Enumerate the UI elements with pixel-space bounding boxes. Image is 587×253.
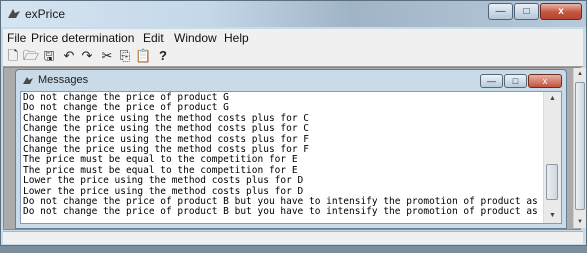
- client-scroll-down-icon[interactable]: ▼: [574, 216, 586, 228]
- toolbar: 🗋 🗁 🖫 ↶ ↷ ✂ ⎘ 📋 ?: [3, 46, 583, 67]
- copy-icon[interactable]: ⎘: [117, 48, 133, 64]
- redo-icon[interactable]: ↷: [79, 48, 95, 64]
- messages-title: Messages: [38, 74, 89, 86]
- messages-scroll-thumb[interactable]: [546, 164, 558, 200]
- paste-icon[interactable]: 📋: [135, 48, 151, 64]
- window-controls: — □ x: [487, 3, 582, 20]
- app-window: exPrice — □ x File Price determination E…: [0, 0, 587, 246]
- scroll-down-arrow-icon[interactable]: ▼: [544, 209, 561, 223]
- messages-title-bar[interactable]: Messages — □ x: [16, 70, 566, 90]
- messages-lines: Do not change the price of product G Do …: [23, 92, 561, 218]
- maximize-button[interactable]: □: [514, 3, 539, 20]
- close-button[interactable]: x: [540, 3, 582, 20]
- message-line: Do not change the price of product B but…: [23, 206, 561, 218]
- app-icon: [8, 9, 20, 18]
- desktop-strip: [0, 246, 587, 253]
- messages-minimize-button[interactable]: —: [480, 74, 503, 88]
- messages-window: Messages — □ x Do not change the price o…: [15, 69, 567, 229]
- messages-list[interactable]: Do not change the price of product G Do …: [20, 91, 562, 224]
- menu-price-determination[interactable]: Price determination: [31, 31, 134, 45]
- title-bar[interactable]: exPrice — □ x: [1, 1, 586, 27]
- client-scroll-up-icon[interactable]: ▲: [574, 68, 586, 80]
- minimize-button[interactable]: —: [488, 3, 513, 20]
- messages-window-icon: [23, 77, 33, 84]
- menu-help[interactable]: Help: [224, 31, 249, 45]
- menu-bar: File Price determination Edit Window Hel…: [3, 29, 583, 46]
- messages-maximize-button[interactable]: □: [504, 74, 527, 88]
- client-scrollbar[interactable]: ▲ ▼: [573, 68, 586, 228]
- messages-window-controls: — □ x: [479, 74, 562, 88]
- open-folder-icon[interactable]: 🗁: [23, 48, 39, 64]
- client-scroll-thumb[interactable]: [575, 82, 585, 210]
- cut-icon[interactable]: ✂: [99, 48, 115, 64]
- menu-edit[interactable]: Edit: [143, 31, 164, 45]
- status-bar: [3, 231, 583, 244]
- menu-file[interactable]: File: [7, 31, 26, 45]
- messages-scrollbar[interactable]: ▲ ▼: [543, 92, 561, 223]
- undo-icon[interactable]: ↶: [61, 48, 77, 64]
- window-title: exPrice: [25, 7, 66, 21]
- new-file-icon[interactable]: 🗋: [5, 48, 21, 64]
- menu-window[interactable]: Window: [174, 31, 217, 45]
- messages-close-button[interactable]: x: [528, 74, 562, 88]
- help-icon[interactable]: ?: [155, 48, 171, 64]
- scroll-up-arrow-icon[interactable]: ▲: [544, 92, 561, 106]
- save-icon[interactable]: 🖫: [41, 48, 57, 64]
